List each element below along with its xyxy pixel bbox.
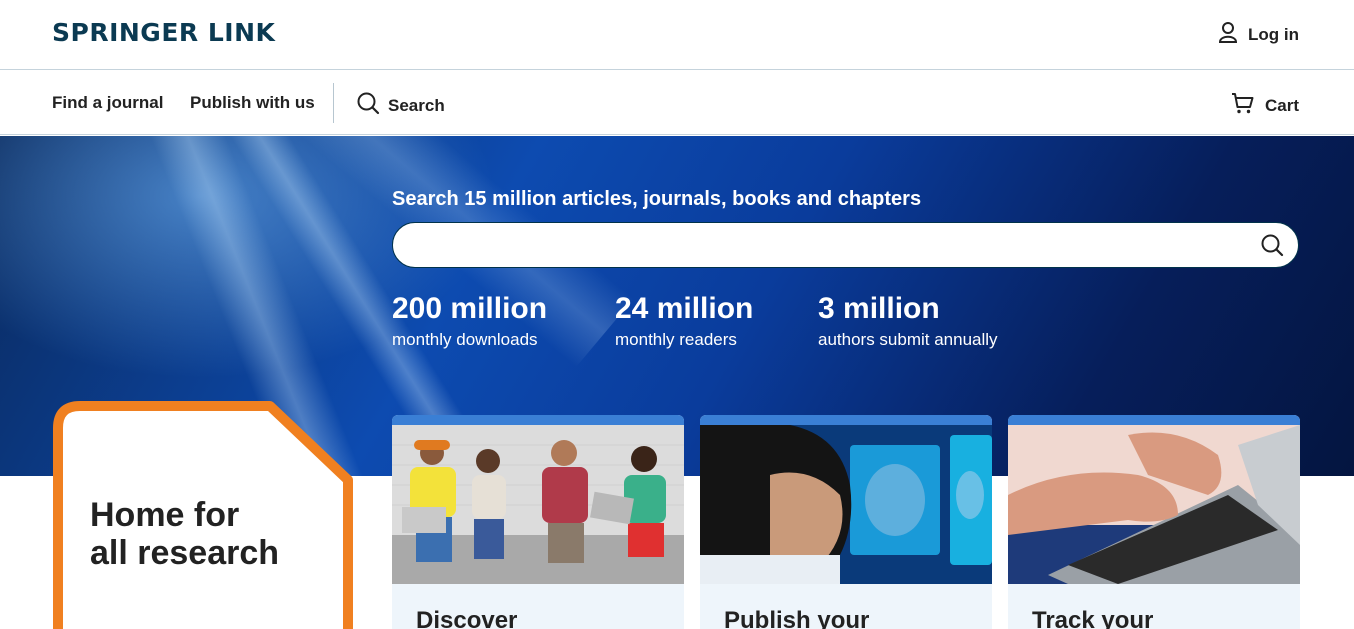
home-heading: Home for all research	[90, 496, 279, 572]
card-discover[interactable]: Discover	[392, 415, 684, 629]
card-accent-strip	[700, 415, 992, 425]
cart-label: Cart	[1264, 95, 1299, 115]
researcher-with-screens-image	[700, 425, 992, 584]
stat-downloads: 200 million monthly downloads	[392, 294, 547, 350]
stat-value: 24 million	[615, 292, 754, 325]
login-label: Log in	[1248, 24, 1299, 44]
card-track[interactable]: Track your	[1008, 415, 1300, 629]
card-title: Discover	[416, 607, 518, 629]
stat-readers: 24 million monthly readers	[615, 294, 753, 350]
hero-title: Search 15 million articles, journals, bo…	[392, 188, 922, 210]
card-publish[interactable]: Publish your	[700, 415, 992, 629]
nav-search-button[interactable]: Search	[356, 91, 445, 120]
stat-value: 3 million	[818, 292, 940, 325]
nav-divider	[333, 83, 334, 123]
nav-search-label: Search	[388, 95, 445, 115]
hero-search-input[interactable]	[393, 223, 1298, 267]
home-heading-line-2: all research	[90, 534, 280, 572]
user-icon	[1218, 21, 1238, 48]
stat-value: 200 million	[392, 292, 548, 325]
stat-label: authors submit annually	[818, 330, 998, 349]
top-bar: SPRINGER LINK Log in	[0, 0, 1354, 70]
main-nav: Find a journal Publish with us Search Ca…	[0, 71, 1354, 135]
card-accent-strip	[1008, 415, 1300, 425]
hero-search-box	[392, 222, 1299, 268]
cart-icon	[1231, 91, 1255, 120]
nav-publish-with-us[interactable]: Publish with us	[190, 93, 315, 113]
card-title: Publish your	[724, 607, 870, 629]
search-icon[interactable]	[1260, 233, 1284, 262]
stat-authors: 3 million authors submit annually	[818, 294, 998, 350]
stat-label: monthly readers	[615, 330, 737, 349]
people-with-laptops-image	[392, 425, 684, 584]
login-button[interactable]: Log in	[1218, 21, 1299, 48]
home-heading-line-1: Home for	[90, 496, 240, 534]
card-accent-strip	[392, 415, 684, 425]
typing-on-laptop-image	[1008, 425, 1300, 584]
springer-link-logo[interactable]: SPRINGER LINK	[52, 18, 275, 47]
stat-label: monthly downloads	[392, 330, 538, 349]
card-title: Track your	[1032, 607, 1154, 629]
search-icon	[356, 91, 380, 120]
cart-button[interactable]: Cart	[1231, 91, 1299, 120]
nav-find-journal[interactable]: Find a journal	[52, 93, 163, 113]
